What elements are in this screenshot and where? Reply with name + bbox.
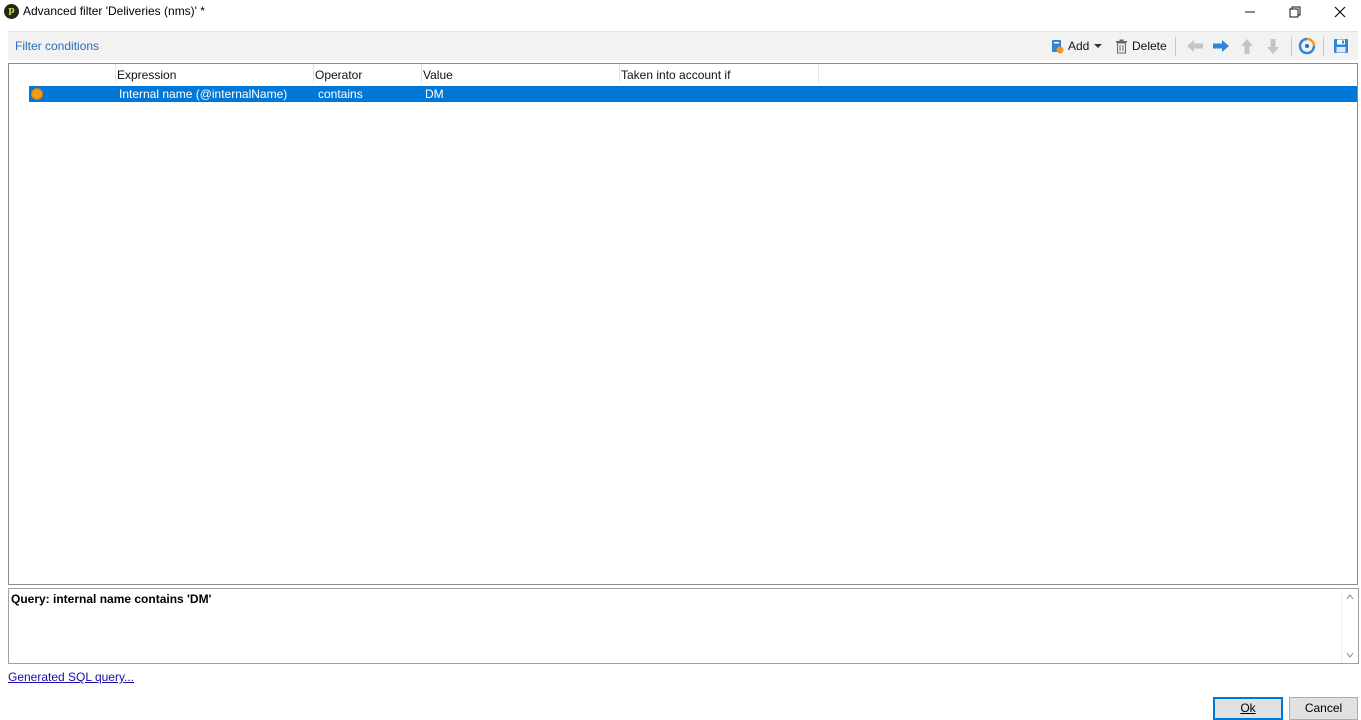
close-icon	[1334, 6, 1346, 18]
restore-button[interactable]	[1272, 0, 1318, 24]
add-label: Add	[1068, 39, 1090, 53]
cancel-button[interactable]: Cancel	[1289, 697, 1358, 720]
column-header-operator[interactable]: Operator	[315, 68, 362, 82]
app-icon: p	[4, 4, 19, 19]
generated-sql-link[interactable]: Generated SQL query...	[8, 670, 134, 684]
close-button[interactable]	[1317, 0, 1361, 24]
column-divider	[115, 64, 116, 83]
ok-button[interactable]: Ok	[1213, 697, 1283, 720]
minimize-button[interactable]	[1227, 0, 1273, 24]
grid-header: Expression Operator Value Taken into acc…	[9, 64, 1357, 84]
toolbar-separator	[1323, 37, 1324, 56]
window-title: Advanced filter 'Deliveries (nms)' *	[23, 4, 205, 18]
condition-marker-icon	[31, 88, 43, 100]
refresh-button[interactable]	[1297, 37, 1317, 55]
conditions-grid: Expression Operator Value Taken into acc…	[8, 63, 1358, 585]
add-icon	[1052, 39, 1064, 53]
section-title: Filter conditions	[15, 39, 100, 53]
save-icon	[1334, 39, 1348, 53]
arrow-up-icon	[1241, 38, 1253, 54]
column-divider	[421, 64, 422, 83]
query-panel: Query: internal name contains 'DM'	[8, 588, 1359, 664]
column-divider	[619, 64, 620, 83]
column-header-condition[interactable]: Taken into account if	[621, 68, 730, 82]
dropdown-arrow-icon[interactable]	[1093, 42, 1103, 50]
arrow-right-icon	[1213, 40, 1229, 52]
table-row[interactable]: Internal name (@internalName) contains D…	[29, 86, 1357, 102]
move-right-button[interactable]	[1211, 37, 1231, 55]
refresh-icon	[1298, 37, 1316, 55]
toolbar-separator	[1175, 37, 1176, 56]
cell-operator: contains	[318, 87, 363, 101]
arrow-left-icon	[1187, 40, 1203, 52]
title-bar: p Advanced filter 'Deliveries (nms)' *	[0, 0, 1361, 24]
add-button[interactable]: Add	[1050, 35, 1103, 57]
column-header-value[interactable]: Value	[423, 68, 453, 82]
restore-icon	[1289, 6, 1301, 18]
query-text: Query: internal name contains 'DM'	[11, 592, 212, 606]
minimize-icon	[1245, 11, 1255, 13]
arrow-down-icon	[1267, 38, 1279, 54]
trash-icon	[1116, 39, 1127, 53]
query-scrollbar[interactable]	[1341, 589, 1358, 663]
scroll-up-icon[interactable]	[1345, 592, 1355, 602]
column-divider	[818, 64, 819, 83]
ok-label: Ok	[1240, 701, 1256, 715]
save-button[interactable]	[1331, 37, 1351, 55]
move-up-button[interactable]	[1237, 37, 1257, 55]
filter-toolbar: Filter conditions Add Delete	[8, 31, 1358, 60]
scroll-down-icon[interactable]	[1345, 650, 1355, 660]
cell-value: DM	[425, 87, 444, 101]
column-header-expression[interactable]: Expression	[117, 68, 176, 82]
move-down-button[interactable]	[1263, 37, 1283, 55]
column-divider	[313, 64, 314, 83]
cell-expression: Internal name (@internalName)	[119, 87, 288, 101]
delete-button[interactable]: Delete	[1115, 35, 1167, 57]
delete-label: Delete	[1132, 39, 1167, 53]
move-left-button[interactable]	[1185, 37, 1205, 55]
toolbar-separator	[1291, 37, 1292, 56]
